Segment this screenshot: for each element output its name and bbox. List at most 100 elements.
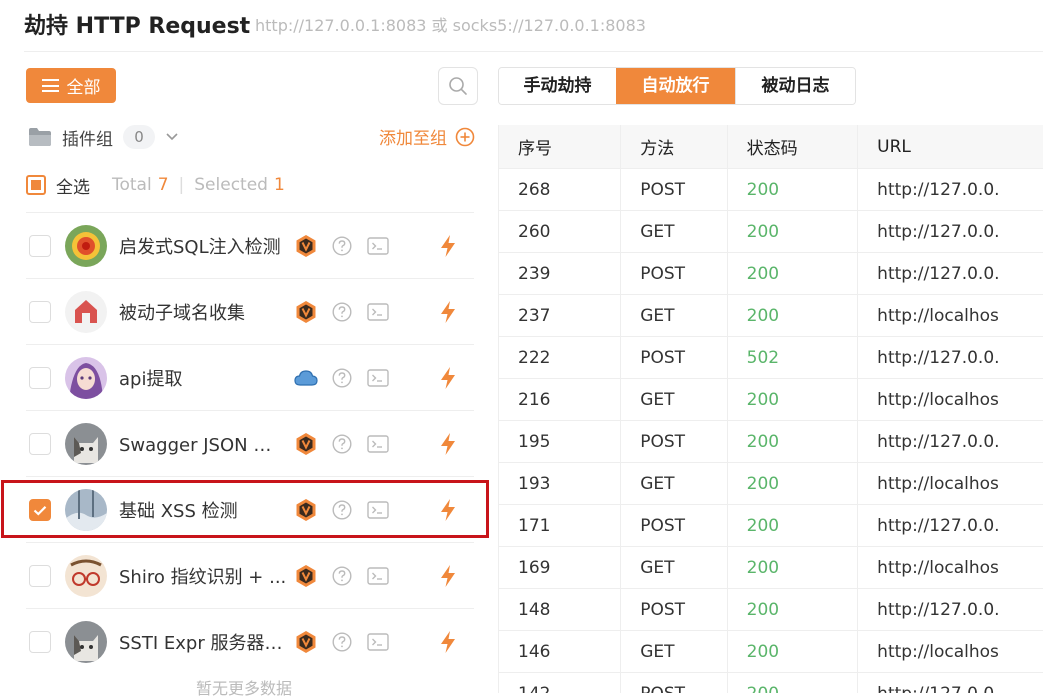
cell-url: http://127.0.0. <box>857 336 1043 379</box>
table-row[interactable]: 237 GET 200 http://localhos <box>499 294 1043 337</box>
plugin-item[interactable]: 启发式SQL注入检测 <box>26 212 474 279</box>
terminal-icon[interactable] <box>366 435 390 453</box>
plugin-checkbox[interactable] <box>29 565 51 587</box>
table-row[interactable]: 169 GET 200 http://localhos <box>499 546 1043 589</box>
plugin-avatar <box>65 357 107 399</box>
table-header: 序号 方法 状态码 URL <box>499 125 1043 169</box>
cell-url: http://127.0.0. <box>857 168 1043 211</box>
cell-url: http://127.0.0. <box>857 672 1043 693</box>
cell-id: 195 <box>499 420 622 463</box>
terminal-icon[interactable] <box>366 369 390 387</box>
cell-id: 237 <box>499 294 622 337</box>
cell-status: 502 <box>727 336 859 379</box>
table-row[interactable]: 142POST200http://127.0.0. <box>499 672 1043 693</box>
help-icon[interactable] <box>330 632 354 652</box>
terminal-icon[interactable] <box>366 237 390 255</box>
cell-method: POST <box>620 252 728 295</box>
select-all-row: 全选 Total 7 | Selected 1 <box>26 170 285 200</box>
select-all-checkbox[interactable] <box>26 175 46 195</box>
cell-url: http://127.0.0. <box>857 588 1043 631</box>
plugin-item[interactable]: Swagger JSON 泄漏 <box>26 410 474 477</box>
plugin-item[interactable]: 基础 XSS 检测 <box>26 476 474 543</box>
column-header-url[interactable]: URL <box>857 125 1043 169</box>
bolt-icon[interactable] <box>436 234 460 258</box>
cell-url: http://localhos <box>857 630 1043 673</box>
cell-url: http://localhos <box>857 378 1043 421</box>
plugin-checkbox[interactable] <box>29 367 51 389</box>
plugin-name: SSTI Expr 服务器模... <box>119 633 289 654</box>
bolt-icon[interactable] <box>436 498 460 522</box>
bolt-icon[interactable] <box>436 300 460 324</box>
terminal-icon[interactable] <box>366 303 390 321</box>
cell-method: POST <box>620 420 728 463</box>
plugin-avatar <box>65 555 107 597</box>
plugin-checkbox[interactable] <box>29 499 51 521</box>
cell-status: 200 <box>727 672 859 693</box>
cell-id: 169 <box>499 546 622 589</box>
cell-url: http://localhos <box>857 294 1043 337</box>
cell-status: 200 <box>727 378 859 421</box>
column-header-id[interactable]: 序号 <box>499 125 622 169</box>
plugin-item[interactable]: 被动子域名收集 <box>26 278 474 345</box>
column-header-method[interactable]: 方法 <box>620 125 728 169</box>
all-filter-button[interactable]: 全部 <box>26 68 116 103</box>
terminal-icon[interactable] <box>366 633 390 651</box>
cell-status: 200 <box>727 462 859 505</box>
help-icon[interactable] <box>330 500 354 520</box>
plugin-avatar <box>65 489 107 531</box>
search-button[interactable] <box>438 67 478 105</box>
tab-auto-release[interactable]: 自动放行 <box>616 68 735 104</box>
table-row[interactable]: 239 POST 200 http://127.0.0. <box>499 252 1043 295</box>
table-row[interactable]: 195 POST 200 http://127.0.0. <box>499 420 1043 463</box>
tab-passive-log[interactable]: 被动日志 <box>735 68 855 104</box>
cell-status: 200 <box>727 252 859 295</box>
cloud-icon <box>294 369 318 387</box>
terminal-icon[interactable] <box>366 567 390 585</box>
table-row[interactable]: 222 POST 502 http://127.0.0. <box>499 336 1043 379</box>
table-row[interactable]: 171 POST 200 http://127.0.0. <box>499 504 1043 547</box>
cell-url: http://127.0.0. <box>857 210 1043 253</box>
table-row[interactable]: 148 POST 200 http://127.0.0. <box>499 588 1043 631</box>
bolt-icon[interactable] <box>436 630 460 654</box>
plugin-checkbox[interactable] <box>29 631 51 653</box>
table-row[interactable]: 216 GET 200 http://localhos <box>499 378 1043 421</box>
table-row[interactable]: 146 GET 200 http://localhos <box>499 630 1043 673</box>
cell-status: 200 <box>727 168 859 211</box>
tab-manual-hijack[interactable]: 手动劫持 <box>499 68 616 104</box>
cell-method: POST <box>620 588 728 631</box>
cell-id: 171 <box>499 504 622 547</box>
plugin-checkbox[interactable] <box>29 235 51 257</box>
add-to-group-button[interactable]: 添加至组 <box>379 124 475 149</box>
bolt-icon[interactable] <box>436 564 460 588</box>
plugin-item[interactable]: SSTI Expr 服务器模... <box>26 608 474 675</box>
plugin-group-selector[interactable]: 插件组 0 <box>28 122 179 152</box>
cell-status: 200 <box>727 588 859 631</box>
plugin-avatar <box>65 225 107 267</box>
selected-count: 1 <box>273 175 285 195</box>
plugin-item[interactable]: Shiro 指纹识别 + ... <box>26 542 474 609</box>
table-row[interactable]: 268 POST 200 http://127.0.0. <box>499 168 1043 211</box>
plugin-checkbox[interactable] <box>29 433 51 455</box>
table-row[interactable]: 260 GET 200 http://127.0.0. <box>499 210 1043 253</box>
table-row[interactable]: 193 GET 200 http://localhos <box>499 462 1043 505</box>
plugin-checkbox[interactable] <box>29 301 51 323</box>
help-icon[interactable] <box>330 236 354 256</box>
help-icon[interactable] <box>330 368 354 388</box>
help-icon[interactable] <box>330 566 354 586</box>
plugin-item[interactable]: api提取 <box>26 344 474 411</box>
menu-icon <box>41 79 59 92</box>
cell-url: http://127.0.0. <box>857 504 1043 547</box>
bolt-icon[interactable] <box>436 366 460 390</box>
help-icon[interactable] <box>330 434 354 454</box>
plugin-name: 启发式SQL注入检测 <box>119 237 281 258</box>
help-icon[interactable] <box>330 302 354 322</box>
cell-id: 268 <box>499 168 622 211</box>
all-filter-label: 全部 <box>66 78 101 98</box>
terminal-icon[interactable] <box>366 501 390 519</box>
bolt-icon[interactable] <box>436 432 460 456</box>
cell-id: 148 <box>499 588 622 631</box>
divider: | <box>178 175 185 195</box>
table-body: 268 POST 200 http://127.0.0. 260 GET 200 http:/… <box>499 168 1043 693</box>
column-header-status[interactable]: 状态码 <box>727 125 859 169</box>
cell-status: 200 <box>727 630 859 673</box>
